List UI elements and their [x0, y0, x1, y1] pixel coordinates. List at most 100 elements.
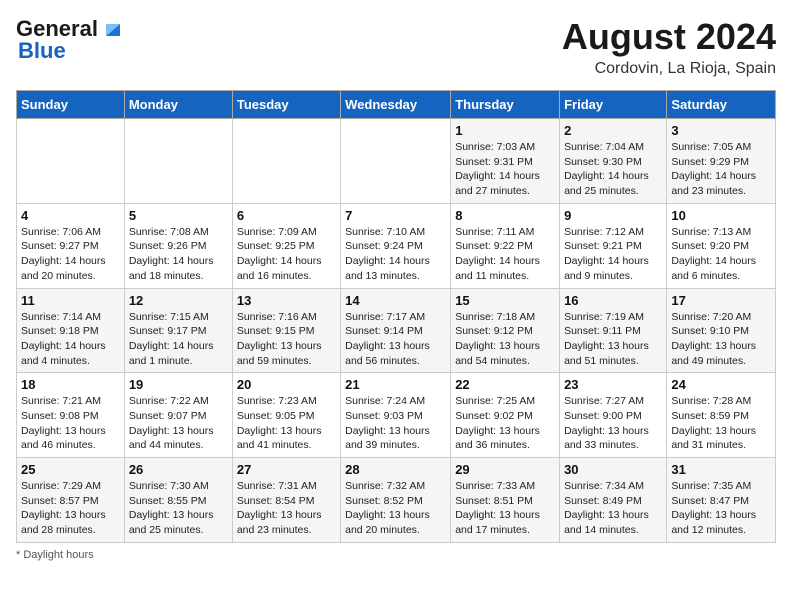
day-cell: 23 Sunrise: 7:27 AM Sunset: 9:00 PM Dayli…	[560, 373, 667, 458]
day-cell: 16 Sunrise: 7:19 AM Sunset: 9:11 PM Dayli…	[560, 288, 667, 373]
logo: General Blue	[16, 16, 124, 64]
day-cell: 1 Sunrise: 7:03 AM Sunset: 9:31 PM Daylig…	[451, 119, 560, 204]
col-header-monday: Monday	[124, 91, 232, 119]
day-cell: 6Sunrise: 7:09 AM Sunset: 9:25 PM Daylig…	[232, 203, 340, 288]
day-cell	[17, 119, 125, 204]
month-year: August 2024	[562, 16, 776, 58]
day-cell: 19Sunrise: 7:22 AM Sunset: 9:07 PM Dayli…	[124, 373, 232, 458]
week-row-5: 25Sunrise: 7:29 AM Sunset: 8:57 PM Dayli…	[17, 458, 776, 543]
day-details: Sunrise: 7:20 AM Sunset: 9:10 PM Dayligh…	[671, 310, 771, 369]
day-number: 25	[21, 462, 120, 477]
day-number: 27	[237, 462, 336, 477]
day-details: Sunrise: 7:23 AM Sunset: 9:05 PM Dayligh…	[237, 394, 336, 453]
day-number: 4	[21, 208, 120, 223]
day-details: Sunrise: 7:35 AM Sunset: 8:47 PM Dayligh…	[671, 479, 771, 538]
day-number: 15	[455, 293, 555, 308]
day-number: 26	[129, 462, 228, 477]
day-details: Sunrise: 7:13 AM Sunset: 9:20 PM Dayligh…	[671, 225, 771, 284]
col-header-sunday: Sunday	[17, 91, 125, 119]
day-details: Sunrise: 7:24 AM Sunset: 9:03 PM Dayligh…	[345, 394, 446, 453]
day-number: 1	[455, 123, 555, 138]
col-header-wednesday: Wednesday	[341, 91, 451, 119]
day-details: Sunrise: 7:06 AM Sunset: 9:27 PM Dayligh…	[21, 225, 120, 284]
day-cell: 7 Sunrise: 7:10 AM Sunset: 9:24 PM Daylig…	[341, 203, 451, 288]
day-cell: 21 Sunrise: 7:24 AM Sunset: 9:03 PM Dayli…	[341, 373, 451, 458]
day-number: 2	[564, 123, 662, 138]
day-cell: 29Sunrise: 7:33 AM Sunset: 8:51 PM Dayli…	[451, 458, 560, 543]
day-cell: 8Sunrise: 7:11 AM Sunset: 9:22 PM Daylig…	[451, 203, 560, 288]
week-row-3: 11Sunrise: 7:14 AM Sunset: 9:18 PM Dayli…	[17, 288, 776, 373]
location: Cordovin, La Rioja, Spain	[562, 60, 776, 78]
day-cell: 24Sunrise: 7:28 AM Sunset: 8:59 PM Dayli…	[667, 373, 776, 458]
day-number: 10	[671, 208, 771, 223]
day-cell: 11Sunrise: 7:14 AM Sunset: 9:18 PM Dayli…	[17, 288, 125, 373]
day-details: Sunrise: 7:32 AM Sunset: 8:52 PM Dayligh…	[345, 479, 446, 538]
day-cell: 26 Sunrise: 7:30 AM Sunset: 8:55 PM Dayli…	[124, 458, 232, 543]
day-cell: 3Sunrise: 7:05 AM Sunset: 9:29 PM Daylig…	[667, 119, 776, 204]
day-details: Sunrise: 7:18 AM Sunset: 9:12 PM Dayligh…	[455, 310, 555, 369]
day-cell: 27 Sunrise: 7:31 AM Sunset: 8:54 PM Dayli…	[232, 458, 340, 543]
day-number: 14	[345, 293, 446, 308]
day-number: 22	[455, 377, 555, 392]
logo-icon	[102, 18, 124, 40]
day-number: 18	[21, 377, 120, 392]
day-cell	[232, 119, 340, 204]
day-details: Sunrise: 7:30 AM Sunset: 8:55 PM Dayligh…	[129, 479, 228, 538]
day-number: 20	[237, 377, 336, 392]
day-details: Sunrise: 7:34 AM Sunset: 8:49 PM Dayligh…	[564, 479, 662, 538]
day-number: 5	[129, 208, 228, 223]
day-details: Sunrise: 7:15 AM Sunset: 9:17 PM Dayligh…	[129, 310, 228, 369]
day-cell: 31 Sunrise: 7:35 AM Sunset: 8:47 PM Dayli…	[667, 458, 776, 543]
day-number: 16	[564, 293, 662, 308]
day-details: Sunrise: 7:27 AM Sunset: 9:00 PM Dayligh…	[564, 394, 662, 453]
day-details: Sunrise: 7:19 AM Sunset: 9:11 PM Dayligh…	[564, 310, 662, 369]
day-cell: 25Sunrise: 7:29 AM Sunset: 8:57 PM Dayli…	[17, 458, 125, 543]
day-cell: 4 Sunrise: 7:06 AM Sunset: 9:27 PM Daylig…	[17, 203, 125, 288]
day-number: 11	[21, 293, 120, 308]
col-header-friday: Friday	[560, 91, 667, 119]
day-number: 12	[129, 293, 228, 308]
day-cell: 30 Sunrise: 7:34 AM Sunset: 8:49 PM Dayli…	[560, 458, 667, 543]
col-header-saturday: Saturday	[667, 91, 776, 119]
day-cell: 15 Sunrise: 7:18 AM Sunset: 9:12 PM Dayli…	[451, 288, 560, 373]
day-details: Sunrise: 7:33 AM Sunset: 8:51 PM Dayligh…	[455, 479, 555, 538]
day-number: 6	[237, 208, 336, 223]
col-header-thursday: Thursday	[451, 91, 560, 119]
day-number: 28	[345, 462, 446, 477]
day-cell: 18 Sunrise: 7:21 AM Sunset: 9:08 PM Dayli…	[17, 373, 125, 458]
day-cell: 2Sunrise: 7:04 AM Sunset: 9:30 PM Daylig…	[560, 119, 667, 204]
day-number: 13	[237, 293, 336, 308]
day-cell: 14Sunrise: 7:17 AM Sunset: 9:14 PM Dayli…	[341, 288, 451, 373]
day-details: Sunrise: 7:12 AM Sunset: 9:21 PM Dayligh…	[564, 225, 662, 284]
day-number: 7	[345, 208, 446, 223]
col-header-tuesday: Tuesday	[232, 91, 340, 119]
day-cell: 9Sunrise: 7:12 AM Sunset: 9:21 PM Daylig…	[560, 203, 667, 288]
day-details: Sunrise: 7:05 AM Sunset: 9:29 PM Dayligh…	[671, 140, 771, 199]
day-details: Sunrise: 7:21 AM Sunset: 9:08 PM Dayligh…	[21, 394, 120, 453]
calendar-table: SundayMondayTuesdayWednesdayThursdayFrid…	[16, 90, 776, 543]
day-cell: 13 Sunrise: 7:16 AM Sunset: 9:15 PM Dayli…	[232, 288, 340, 373]
footer-note-text: Daylight hours	[23, 549, 93, 561]
day-details: Sunrise: 7:31 AM Sunset: 8:54 PM Dayligh…	[237, 479, 336, 538]
day-cell	[341, 119, 451, 204]
day-number: 23	[564, 377, 662, 392]
day-details: Sunrise: 7:25 AM Sunset: 9:02 PM Dayligh…	[455, 394, 555, 453]
day-details: Sunrise: 7:10 AM Sunset: 9:24 PM Dayligh…	[345, 225, 446, 284]
day-cell: 12 Sunrise: 7:15 AM Sunset: 9:17 PM Dayli…	[124, 288, 232, 373]
day-details: Sunrise: 7:22 AM Sunset: 9:07 PM Dayligh…	[129, 394, 228, 453]
day-number: 21	[345, 377, 446, 392]
day-details: Sunrise: 7:08 AM Sunset: 9:26 PM Dayligh…	[129, 225, 228, 284]
week-row-2: 4 Sunrise: 7:06 AM Sunset: 9:27 PM Daylig…	[17, 203, 776, 288]
day-number: 31	[671, 462, 771, 477]
day-cell: 17 Sunrise: 7:20 AM Sunset: 9:10 PM Dayli…	[667, 288, 776, 373]
day-cell: 20 Sunrise: 7:23 AM Sunset: 9:05 PM Dayli…	[232, 373, 340, 458]
header: General Blue August 2024 Cordovin, La Ri…	[16, 16, 776, 78]
week-row-4: 18 Sunrise: 7:21 AM Sunset: 9:08 PM Dayli…	[17, 373, 776, 458]
day-details: Sunrise: 7:03 AM Sunset: 9:31 PM Dayligh…	[455, 140, 555, 199]
title-area: August 2024 Cordovin, La Rioja, Spain	[562, 16, 776, 78]
day-details: Sunrise: 7:16 AM Sunset: 9:15 PM Dayligh…	[237, 310, 336, 369]
day-cell: 28 Sunrise: 7:32 AM Sunset: 8:52 PM Dayli…	[341, 458, 451, 543]
logo-blue: Blue	[18, 38, 66, 64]
day-number: 17	[671, 293, 771, 308]
day-number: 30	[564, 462, 662, 477]
